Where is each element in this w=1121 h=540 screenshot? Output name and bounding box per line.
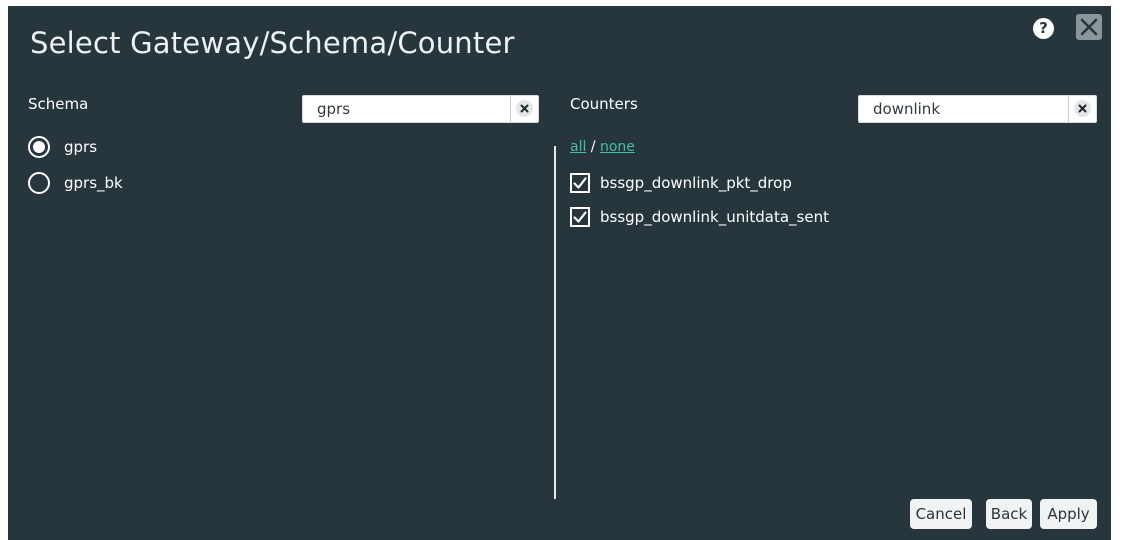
checkbox-checked-icon[interactable] [570,173,590,193]
schema-option-gprs[interactable]: gprs [28,135,97,159]
counters-search-input[interactable] [859,96,1070,122]
schema-option-gprs-bk[interactable]: gprs_bk [28,171,123,195]
select-none-link[interactable]: none [600,139,635,155]
schema-option-label: gprs_bk [64,174,123,192]
back-button[interactable]: Back [986,499,1032,529]
clear-x-glyph [1078,104,1087,113]
schema-search-input[interactable] [303,96,512,122]
close-icon [1080,18,1098,36]
counter-item[interactable]: bssgp_downlink_pkt_drop [570,171,792,195]
select-counter-dialog: Select Gateway/Schema/Counter ? Schema g… [8,6,1111,540]
select-all-none: all / none [570,139,635,155]
help-button[interactable]: ? [1033,18,1054,39]
question-mark-icon: ? [1039,19,1048,37]
radio-unselected-icon[interactable] [28,172,50,194]
counter-item-label: bssgp_downlink_pkt_drop [600,174,792,192]
counters-label: Counters [570,95,638,113]
counters-clear-button[interactable] [1068,96,1096,122]
cancel-button[interactable]: Cancel [910,499,972,529]
schema-clear-button[interactable] [510,96,538,122]
schema-label: Schema [28,95,89,113]
counter-item-label: bssgp_downlink_unitdata_sent [600,208,829,226]
column-divider [554,146,556,499]
select-all-link[interactable]: all [570,139,586,155]
select-separator: / [586,139,600,155]
dialog-title: Select Gateway/Schema/Counter [30,26,515,60]
apply-button[interactable]: Apply [1040,499,1097,529]
counters-search-box [858,95,1097,123]
schema-search-box [302,95,539,123]
clear-x-glyph [520,104,529,113]
schema-option-label: gprs [64,138,98,156]
close-button[interactable] [1076,14,1102,40]
checkbox-checked-icon[interactable] [570,207,590,227]
counter-item[interactable]: bssgp_downlink_unitdata_sent [570,205,829,229]
radio-selected-icon[interactable] [28,136,50,158]
